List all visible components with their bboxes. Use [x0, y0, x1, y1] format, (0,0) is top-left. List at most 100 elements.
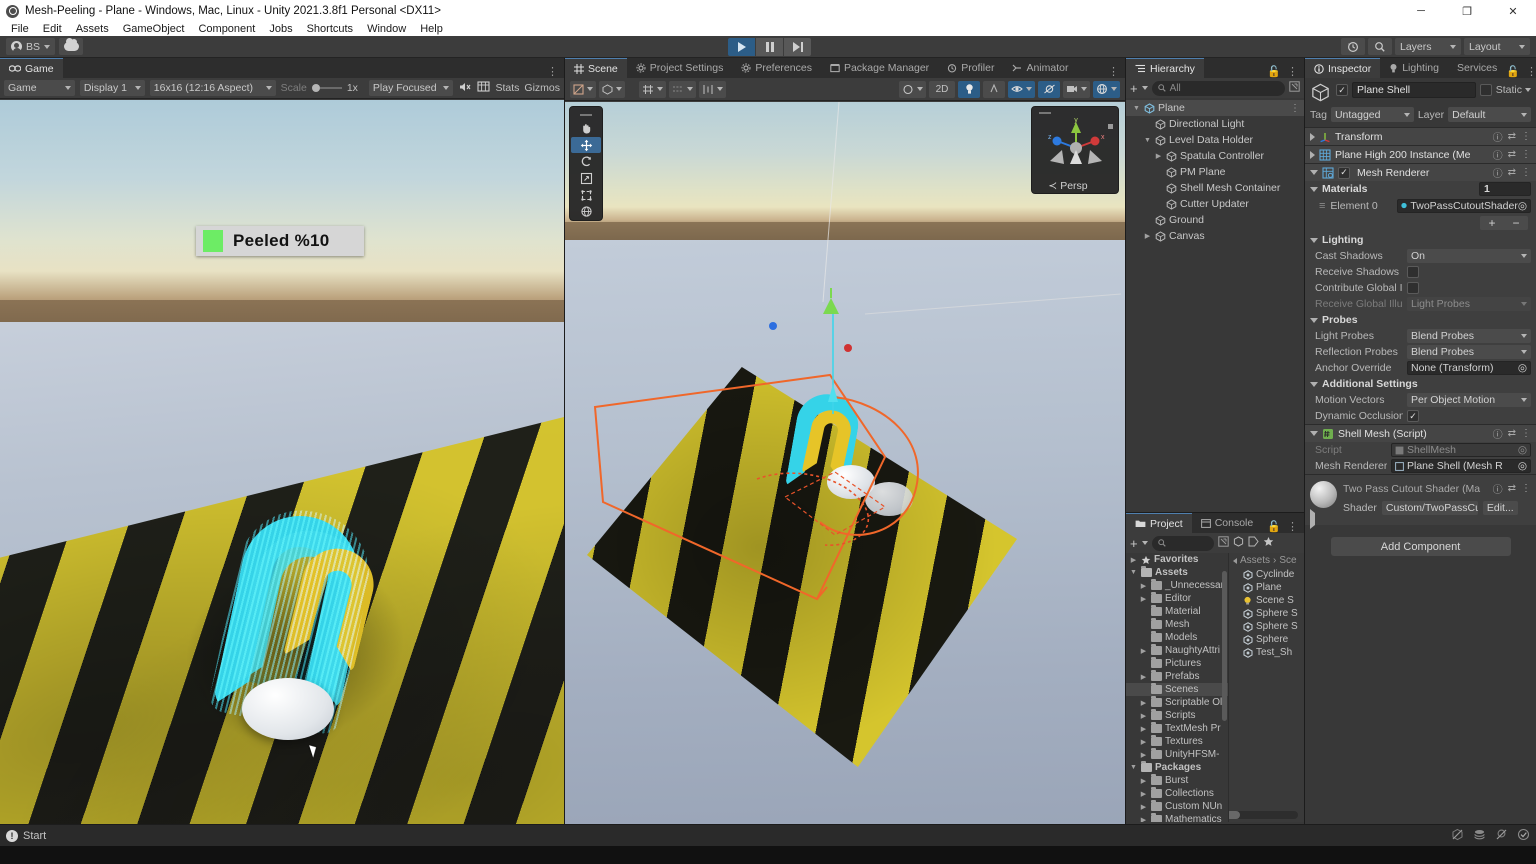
scale-tool-button[interactable] — [571, 170, 601, 187]
project-tree-item-textmesh-pr[interactable]: ▶TextMesh Pr — [1126, 722, 1228, 735]
tab-lighting[interactable]: Lighting — [1380, 58, 1448, 78]
check-circle-icon[interactable] — [1517, 828, 1530, 844]
motion-vectors-dropdown[interactable]: Per Object Motion — [1407, 393, 1531, 407]
project-tree-item-packages[interactable]: ▼Packages — [1126, 761, 1228, 774]
transform-header[interactable]: Transform ⓘ ⇄ ⋮ — [1305, 128, 1536, 145]
frame-stats-button[interactable] — [477, 81, 490, 95]
menu-item-assets[interactable]: Assets — [69, 22, 116, 36]
project-label-filter-icon[interactable] — [1248, 536, 1259, 550]
project-tab-menu[interactable]: ⋮ — [1287, 520, 1298, 533]
receive-shadows-checkbox[interactable] — [1407, 266, 1419, 278]
scene-gizmo-dropdown[interactable] — [1093, 81, 1120, 98]
grid-snapping-button[interactable] — [639, 81, 666, 98]
rect-tool-button[interactable] — [571, 187, 601, 204]
menu-item-help[interactable]: Help — [413, 22, 450, 36]
menu-item-window[interactable]: Window — [360, 22, 413, 36]
project-asset-item[interactable]: Plane — [1229, 581, 1304, 594]
project-asset-item[interactable]: Sphere — [1229, 633, 1304, 646]
chevron-down-icon[interactable] — [1310, 170, 1318, 175]
hand-tool-button[interactable] — [571, 120, 601, 137]
preset-icon[interactable]: ⇄ — [1508, 131, 1516, 142]
play-button[interactable] — [728, 38, 755, 56]
chevron-right-icon[interactable]: ▶ — [1129, 556, 1138, 564]
tab-services[interactable]: Services — [1448, 58, 1506, 78]
hierarchy-item-canvas[interactable]: ▶Canvas — [1126, 228, 1304, 244]
object-enabled-checkbox[interactable]: ✓ — [1336, 84, 1348, 96]
game-render-canvas[interactable]: Peeled %10 — [0, 100, 564, 824]
project-tree-item-scripts[interactable]: ▶Scripts — [1126, 709, 1228, 722]
chevron-right-icon[interactable] — [1310, 133, 1315, 141]
project-asset-item[interactable]: Cyclinde — [1229, 568, 1304, 581]
project-asset-item[interactable]: Sphere S — [1229, 607, 1304, 620]
inspector-lock-icon[interactable]: 🔓 — [1506, 65, 1520, 78]
hierarchy-item-spatula-controller[interactable]: ▶Spatula Controller — [1126, 148, 1304, 164]
aspect-dropdown[interactable]: 16x16 (12:16 Aspect) — [150, 80, 276, 96]
hierarchy-item-shell-mesh-container[interactable]: Shell Mesh Container — [1126, 180, 1304, 196]
project-tree-item-custom-nun[interactable]: ▶Custom NUn — [1126, 800, 1228, 813]
menu-item-file[interactable]: File — [4, 22, 36, 36]
project-favorites-icon[interactable] — [1263, 536, 1274, 550]
scene-audio-button[interactable] — [899, 81, 926, 98]
tab-animator[interactable]: Animator — [1003, 58, 1077, 78]
chevron-right-icon[interactable]: ▶ — [1143, 232, 1152, 240]
context-menu-icon[interactable]: ⋮ — [1521, 149, 1531, 160]
project-tree-item-favorites[interactable]: ▶Favorites — [1126, 553, 1228, 566]
transform-tool-button[interactable] — [571, 203, 601, 220]
rotate-tool-button[interactable] — [571, 153, 601, 170]
pause-button[interactable] — [756, 38, 783, 56]
project-tree-item-assets[interactable]: ▼Assets — [1126, 566, 1228, 579]
chevron-down-icon[interactable]: ▼ — [1132, 105, 1141, 112]
drag-handle-icon[interactable]: ≡ — [1319, 200, 1325, 212]
preset-icon[interactable]: ⇄ — [1508, 167, 1516, 178]
shader-edit-button[interactable]: Edit... — [1483, 501, 1518, 515]
chevron-right-icon[interactable]: ▶ — [1139, 803, 1148, 811]
project-tree-item-scriptable-ol[interactable]: ▶Scriptable Ol — [1126, 696, 1228, 709]
game-view-tab-menu[interactable]: ⋮ — [547, 65, 564, 78]
object-picker-icon[interactable]: ◎ — [1518, 200, 1527, 212]
tab-inspector[interactable]: Inspector — [1305, 58, 1380, 78]
project-asset-filter-icon[interactable] — [1233, 536, 1244, 550]
toggle-2d-button[interactable]: 2D — [929, 81, 955, 98]
tab-project[interactable]: Project — [1126, 513, 1192, 533]
cloud-button[interactable] — [59, 38, 83, 55]
undo-history-button[interactable] — [1341, 38, 1365, 55]
scale-slider[interactable] — [312, 84, 342, 92]
projection-mode-label-wrap[interactable]: ≺ Persp — [1024, 175, 1112, 197]
move-tool-button[interactable] — [571, 137, 601, 154]
scene-orientation-gizmo[interactable]: y z x ≺ Persp — [1031, 106, 1119, 194]
project-tree-item-editor[interactable]: ▶Editor — [1126, 592, 1228, 605]
chevron-down-icon[interactable] — [1310, 431, 1318, 436]
help-icon[interactable]: ⓘ — [1493, 165, 1503, 180]
light-probes-dropdown[interactable]: Blend Probes — [1407, 329, 1531, 343]
shader-dropdown[interactable]: Custom/TwoPassCut — [1382, 501, 1478, 515]
object-picker-icon[interactable]: ◎ — [1518, 460, 1527, 472]
remove-material-button[interactable]: − — [1504, 216, 1528, 230]
mesh-filter-header[interactable]: Plane High 200 Instance (Me ⓘ ⇄ ⋮ — [1305, 146, 1536, 163]
chevron-right-icon[interactable]: ▶ — [1139, 699, 1148, 707]
hierarchy-item-directional-light[interactable]: Directional Light — [1126, 116, 1304, 132]
preset-icon[interactable]: ⇄ — [1508, 428, 1516, 439]
tab-profiler[interactable]: Profiler — [938, 58, 1003, 78]
tab-hierarchy[interactable]: Hierarchy — [1126, 58, 1204, 78]
mesh-renderer-enabled-checkbox[interactable]: ✓ — [1338, 167, 1350, 179]
project-tree-item-naughtyattri[interactable]: ▶NaughtyAttri — [1126, 644, 1228, 657]
chevron-down-icon[interactable] — [1142, 86, 1148, 90]
menu-item-shortcuts[interactable]: Shortcuts — [300, 22, 360, 36]
contribute-gi-checkbox[interactable] — [1407, 282, 1419, 294]
project-add-button[interactable]: + — [1130, 537, 1138, 550]
scene-view-tab-menu[interactable]: ⋮ — [1108, 65, 1125, 78]
element-value-field[interactable]: TwoPassCutoutShader ◎ — [1397, 199, 1531, 213]
chevron-right-icon[interactable]: ▶ — [1139, 738, 1148, 746]
project-tree-item-burst[interactable]: ▶Burst — [1126, 774, 1228, 787]
materials-count-field[interactable]: 1 — [1479, 182, 1531, 196]
chevron-right-icon[interactable]: ▶ — [1154, 152, 1163, 160]
hierarchy-item-cutter-updater[interactable]: Cutter Updater — [1126, 196, 1304, 212]
mesh-renderer-header[interactable]: ✓ Mesh Renderer ⓘ ⇄ ⋮ — [1305, 164, 1536, 181]
step-button[interactable] — [784, 38, 811, 56]
chevron-right-icon[interactable]: ▶ — [1139, 582, 1148, 590]
dynamic-occlusion-checkbox[interactable]: ✓ — [1407, 410, 1419, 422]
help-icon[interactable]: ⓘ — [1493, 147, 1503, 162]
hierarchy-lock-icon[interactable]: 🔓 — [1267, 65, 1281, 78]
chevron-down-icon[interactable]: ▼ — [1143, 137, 1152, 144]
object-name-field[interactable]: Plane Shell — [1352, 82, 1476, 98]
